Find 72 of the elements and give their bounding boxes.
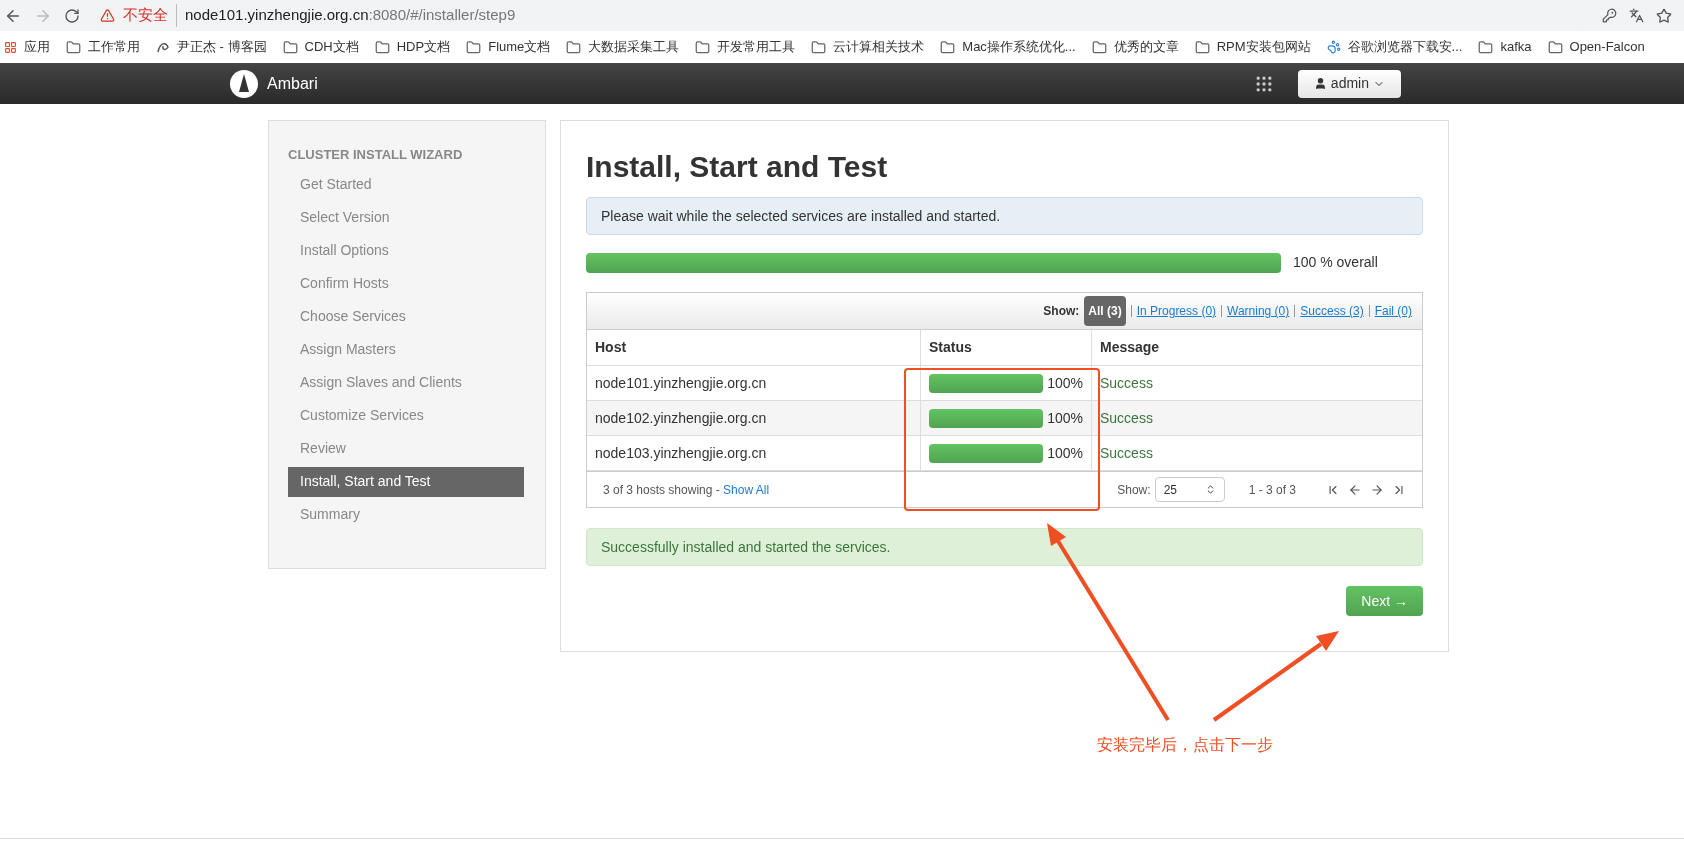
bookmark-link[interactable]: Open-Falcon [1569,37,1645,57]
folder-icon [811,39,827,55]
bookmark-link[interactable]: CDH文档 [304,37,359,57]
bookmark-link[interactable]: 大数据采集工具 [588,37,680,57]
info-alert: Please wait while the selected services are installed and started. [586,197,1423,235]
user-icon [1313,77,1327,90]
folder-icon [1478,39,1494,55]
paw-icon [1326,40,1341,54]
column-header: Message [1091,330,1422,366]
bookmark-link[interactable]: 工作常用 [88,37,140,57]
bookmark-link[interactable]: 云计算相关技术 [833,37,925,57]
progress-reading: 100% [1047,443,1083,463]
folder-icon [566,39,582,55]
folder-icon [282,39,298,55]
overall-progress-reading: 100 % overall [1293,253,1378,272]
annotation-text: 安装完毕后，点击下一步 [1097,735,1273,755]
host-cell: node102.yinzhengjie.org.cn [587,401,920,436]
folder-icon [695,39,711,55]
bookmark-link[interactable]: 尹正杰 - 博客园 [177,37,267,57]
filter-tab[interactable]: Fail (0) [1374,302,1412,320]
folder-icon [66,39,81,55]
folder-icon [940,39,956,55]
folder-icon [374,39,390,55]
wizard-step[interactable]: Install, Start and Test [288,466,524,497]
folder-icon [1547,39,1563,55]
page-range: 1 - 3 of 3 [1248,481,1296,499]
status-message: Success [1100,408,1153,428]
bookmark-link[interactable]: Mac操作系统优化... [962,37,1076,57]
filter-label: Show: [1043,303,1080,320]
page-size-select[interactable]: 25 [1154,477,1225,502]
column-header: Status [920,330,1091,366]
sidebar-heading: CLUSTER INSTALL WIZARD [288,146,464,164]
filter-tab[interactable]: Warning (0) [1227,302,1290,320]
translate-icon[interactable] [1629,8,1644,23]
previous-page-icon[interactable] [1348,482,1362,497]
bookmark-link[interactable]: HDP文档 [396,37,451,57]
host-cell: node103.yinzhengjie.org.cn [587,436,920,471]
brand-name[interactable]: Ambari [267,71,318,96]
filter-tab[interactable]: Success (3) [1300,302,1364,320]
ambari-logo-icon [229,68,259,99]
bookmark-link[interactable]: RPM安装包网站 [1216,37,1311,57]
bookmark-star-icon[interactable] [1656,7,1672,24]
bookmark-link[interactable]: Flume文档 [488,37,551,57]
show-all-link[interactable]: Show All [723,480,770,499]
success-alert: Successfully installed and started the services. [586,528,1423,566]
swirl-logo-icon [156,40,170,54]
page-size-label: Show: [1117,481,1151,499]
column-header: Host [587,330,920,366]
bookmark-link[interactable]: kafka [1500,37,1532,57]
page-title: Install, Start and Test [586,149,889,185]
security-label: 不安全 [123,4,177,27]
status-message: Success [1100,373,1153,393]
filter-tab[interactable]: All (3) [1084,296,1126,326]
folder-icon [1194,39,1210,55]
bookmark-link[interactable]: 优秀的文章 [1113,37,1179,57]
bookmark-link[interactable]: 谷歌浏览器下载安... [1347,37,1463,57]
user-menu-button[interactable]: admin [1297,69,1401,98]
progress-reading: 100% [1047,408,1083,428]
bookmark-link[interactable]: 开发常用工具 [717,37,796,57]
next-page-icon[interactable] [1370,482,1384,497]
folder-icon [466,39,482,55]
progress-reading: 100% [1047,373,1083,393]
status-message: Success [1100,443,1153,463]
folder-icon [1091,39,1107,55]
warning-icon [100,8,115,23]
hosts-count: 3 of 3 hosts showing - [603,481,721,499]
url-text: node101.yinzhengjie.org.cn:8080/#/installer/step9 [185,5,516,26]
key-icon[interactable] [1602,8,1617,23]
filter-tab[interactable]: In Progress (0) [1136,302,1217,320]
reload-icon[interactable] [64,7,80,24]
apps-grid-icon [4,40,17,54]
bookmark-link[interactable]: 应用 [24,37,50,57]
